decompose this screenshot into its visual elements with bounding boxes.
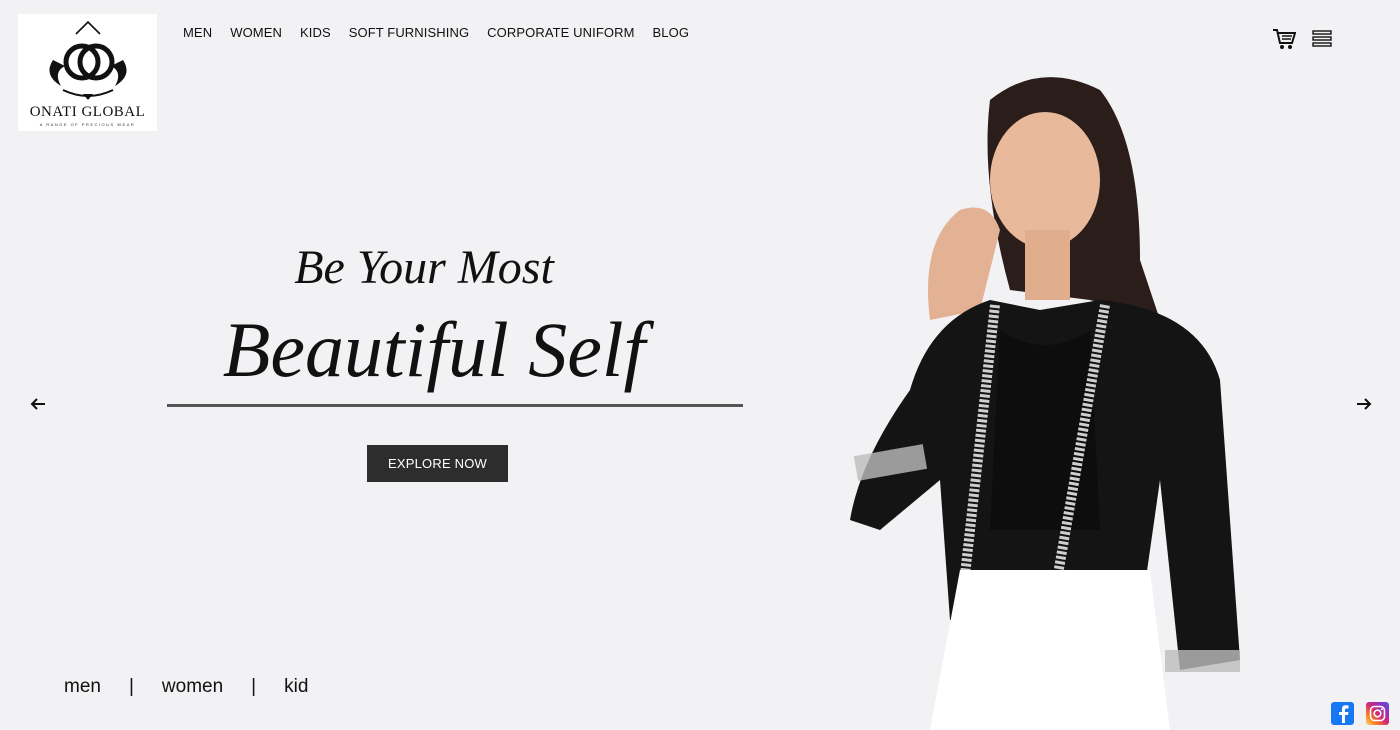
arrow-right-icon [1357,398,1372,410]
nav-item-men[interactable]: MEN [183,25,212,40]
bottom-link-kid[interactable]: kid [284,676,308,698]
nav-item-women[interactable]: WOMEN [230,25,282,40]
bottom-category-links: men | women | kid [64,676,308,698]
link-separator: | [251,676,257,697]
nav-item-kids[interactable]: KIDS [300,25,331,40]
menu-icon[interactable] [1312,29,1332,54]
brand-tagline: A RANGE OF PRECIOUS WEAR [39,122,136,127]
nav-item-blog[interactable]: BLOG [653,25,690,40]
bottom-link-women[interactable]: women [162,676,223,698]
arrow-left-icon [30,398,45,410]
nav-item-corporate-uniform[interactable]: CORPORATE UNIFORM [487,25,634,40]
cart-icon[interactable] [1272,28,1297,55]
nav-item-soft-furnishing[interactable]: SOFT FURNISHING [349,25,469,40]
facebook-icon[interactable] [1331,702,1354,725]
main-nav: MEN WOMEN KIDS SOFT FURNISHING CORPORATE… [183,25,689,40]
og-monogram-icon [48,20,127,100]
hero-headline-line1: Be Your Most [294,241,554,294]
explore-now-button[interactable]: EXPLORE NOW [367,445,508,482]
hero-divider [167,404,743,407]
bottom-link-men[interactable]: men [64,676,101,698]
carousel-prev-button[interactable] [27,394,49,414]
instagram-icon[interactable] [1366,702,1389,725]
hero-headline-line2: Beautiful Self [222,306,646,393]
brand-name: ONATI GLOBAL [29,104,146,120]
brand-logo[interactable]: ONATI GLOBAL A RANGE OF PRECIOUS WEAR [18,14,157,131]
header-icons [1272,28,1332,55]
hero-model-image [840,60,1260,730]
carousel-next-button[interactable] [1353,394,1375,414]
link-separator: | [128,676,134,697]
